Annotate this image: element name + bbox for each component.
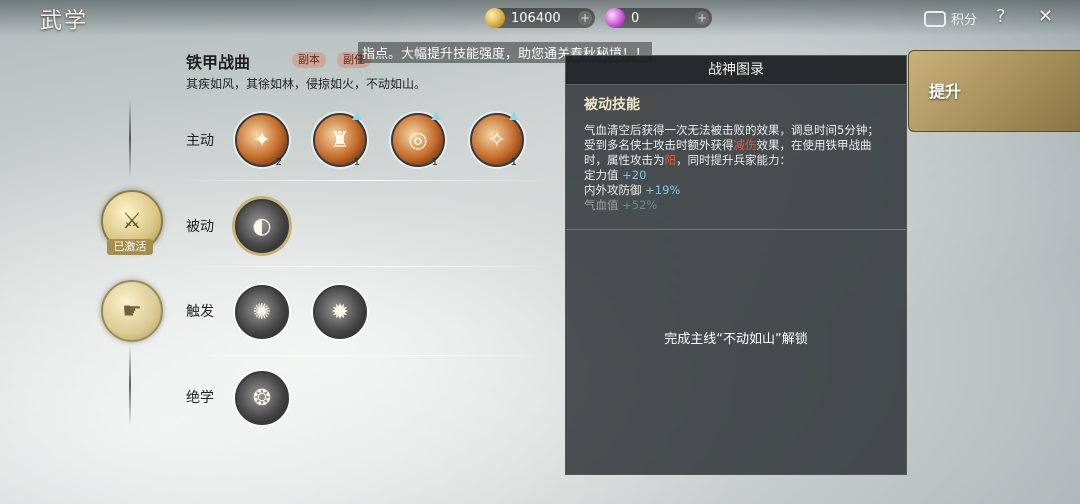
trigger-medal[interactable]: ☛ [101,280,163,342]
upgrade-arrow-icon [352,112,362,120]
active-skill-3[interactable]: ◎ 1 [391,113,445,168]
divider-vertical [129,345,131,425]
active-skill-2[interactable]: ♜ 1 [313,113,367,168]
page-title: 武学 [40,9,89,34]
stat-label: 定力值 [584,168,619,182]
skill-level: 1 [431,157,438,168]
stat-value: +20 [622,168,647,182]
divider-horizontal [170,180,555,181]
vortex-icon: ❂ [252,385,272,411]
divider-horizontal [170,266,555,267]
codex-panel: 战神图录 被动技能 气血清空后获得一次无法被击败的效果，调息时间5分钟；受到多名… [565,55,907,475]
skill-level: 2 [275,157,282,168]
coin-amount: 106400 [511,10,561,26]
help-icon[interactable]: ? [996,6,1006,27]
skill-level: 1 [353,157,360,168]
trigger-skill-2[interactable]: ✹ [313,285,367,339]
close-icon[interactable]: ✕ [1038,6,1053,27]
score-label: 积分 [951,13,978,28]
top-bar: 武学 106400 + 0 + 积分 ? ✕ [0,0,1080,36]
gem-counter: 0 + [605,8,712,28]
row-label-ultimate: 绝学 [186,390,214,406]
stat-value: +52% [622,198,658,212]
coin-counter: 106400 + [485,8,595,28]
unlock-hint: 完成主线“不动如山”解锁 [664,332,808,347]
hand-icon: ☛ [122,298,142,324]
tag-dungeon: 副本 [292,52,326,68]
desc-text: ，同时提升兵家能力： [676,153,791,167]
promote-label: 提升 [929,82,962,101]
skill-set-name: 铁甲战曲 [186,53,251,72]
passive-skill-1[interactable]: ◐ [235,199,289,253]
add-coins-button[interactable]: + [578,11,592,25]
stat-value: +19% [645,183,681,197]
activated-badge: 已激活 [107,239,153,255]
codex-description: 气血清空后获得一次无法被击败的效果，调息时间5分钟；受到多名侠士攻击时额外获得减… [584,123,890,213]
row-label-active: 主动 [186,133,214,149]
active-skill-4[interactable]: ✧ 1 [470,113,524,168]
coin-icon [485,8,505,28]
gem-amount: 0 [631,10,640,26]
skill-level: 1 [510,157,517,168]
codex-subtitle: 被动技能 [584,97,640,113]
upgrade-arrow-icon [431,112,441,120]
desc-highlight: 减伤 [733,138,757,152]
score-button[interactable]: 积分 [924,9,977,28]
skill-motto: 其疾如风，其徐如林，侵掠如火，不动如山。 [186,77,427,91]
stat-label: 内外攻防御 [584,183,642,197]
codex-divider [566,229,906,230]
codex-title: 战神图录 [566,56,906,85]
row-label-trigger: 触发 [186,304,214,320]
active-skill-1[interactable]: ✦ 2 [235,113,289,168]
divider-horizontal [170,355,555,356]
trigger-skill-1[interactable]: ✺ [235,285,289,339]
ultimate-skill-1[interactable]: ❂ [235,371,289,425]
add-gems-button[interactable]: + [695,11,709,25]
burst-icon: ✹ [330,299,350,325]
desc-highlight: 阳 [664,153,677,167]
score-icon [924,10,946,27]
stat-label: 气血值 [584,198,619,212]
promote-button[interactable]: 提升 [908,50,1080,132]
divider-vertical [129,98,131,178]
armor-plate-icon: ◐ [252,213,272,239]
upgrade-arrow-icon [509,112,519,120]
row-label-passive: 被动 [186,219,214,235]
claw-icon: ✺ [252,299,272,325]
gem-icon [605,8,625,28]
